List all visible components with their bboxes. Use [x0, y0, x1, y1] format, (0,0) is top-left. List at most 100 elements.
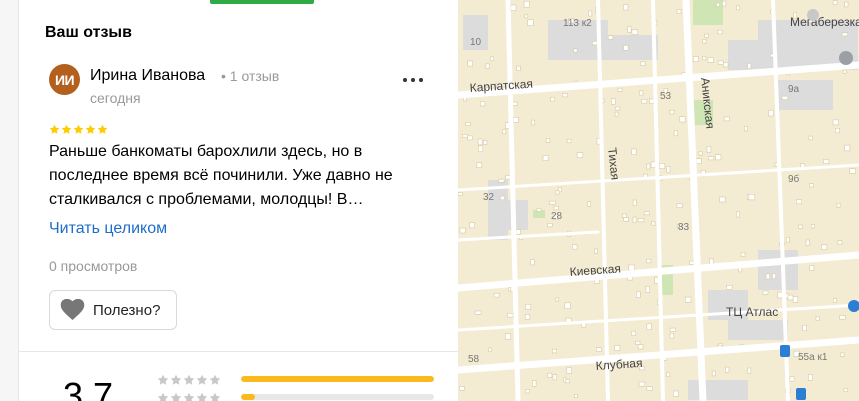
house-dot [837, 240, 843, 245]
house-dot [646, 323, 652, 330]
house-dot [637, 218, 645, 223]
house-dot [717, 29, 723, 35]
house-dot [723, 116, 730, 122]
house-dot [566, 139, 572, 144]
house-dot [485, 63, 490, 69]
house-dot [702, 38, 707, 44]
rating-histogram-row-4 [157, 392, 434, 401]
house-dot [572, 244, 578, 250]
house-dot [844, 1, 849, 8]
house-dot [574, 394, 578, 398]
house-dot [576, 152, 584, 159]
house-dot [510, 4, 517, 11]
helpful-button[interactable]: Полезно? [49, 290, 177, 330]
place-label: Мегаберезка [790, 15, 859, 29]
house-dot [469, 222, 476, 229]
shop-marker-icon[interactable] [839, 51, 853, 65]
house-dot [832, 298, 837, 304]
house-dot [666, 372, 671, 377]
bus-stop-icon[interactable] [780, 345, 790, 357]
house-dot [809, 265, 815, 271]
house-number: 83 [678, 222, 690, 233]
house-dot [587, 201, 592, 207]
house-dot [809, 183, 814, 188]
house-dot [695, 158, 702, 164]
map-canvas[interactable]: Карпатская Аникская Тихая Киевская Клубн… [458, 0, 859, 401]
house-dot [523, 0, 530, 8]
house-dot [631, 330, 637, 336]
house-dot [614, 106, 621, 111]
house-dot [645, 286, 650, 293]
author-name[interactable]: Ирина Иванова [90, 67, 205, 85]
house-dot [596, 347, 602, 352]
house-dot [808, 135, 813, 141]
house-dot [636, 291, 641, 298]
house-dot [843, 388, 848, 393]
house-dot [566, 367, 573, 374]
house-dot [666, 166, 671, 173]
house-dot [565, 379, 571, 384]
histogram-bar-fill [241, 394, 255, 400]
house-dot [476, 162, 483, 169]
house-dot [638, 381, 646, 387]
house-dot [646, 163, 651, 170]
histogram-stars [157, 392, 237, 401]
house-dot [650, 161, 656, 168]
heart-icon [60, 299, 85, 320]
more-options-button[interactable] [398, 70, 428, 90]
section-divider [19, 351, 458, 352]
house-dot [527, 19, 534, 26]
house-dot [810, 224, 815, 229]
house-dot [498, 178, 505, 183]
house-dot [611, 98, 616, 105]
house-dot [669, 327, 676, 332]
review-text: Раньше банкоматы барохлили здесь, но в п… [49, 143, 393, 208]
house-dot [743, 126, 748, 132]
house-dot [747, 367, 752, 374]
house-dot [614, 111, 619, 117]
house-dot [646, 386, 653, 391]
avatar[interactable]: ИИ [49, 64, 80, 95]
place-label: ТЦ Атлас [726, 305, 778, 319]
house-dot [832, 0, 838, 5]
house-dot [726, 284, 733, 290]
house-dot [488, 347, 493, 352]
house-dot [822, 159, 830, 164]
bus-stop-icon[interactable] [796, 388, 806, 400]
house-dot [639, 90, 644, 96]
house-dot [708, 156, 715, 161]
read-more-link[interactable]: Читать целиком [49, 220, 167, 238]
house-dot [555, 297, 560, 302]
house-dot [592, 41, 598, 46]
map[interactable]: Карпатская Аникская Тихая Киевская Клубн… [458, 0, 859, 401]
house-number: 58 [468, 354, 480, 365]
house-dot [516, 65, 521, 71]
house-number: 10 [470, 37, 482, 48]
star-icon [170, 374, 182, 385]
house-dot [542, 155, 549, 161]
house-dot [844, 144, 851, 152]
house-dot [462, 134, 468, 138]
house-dot [787, 294, 794, 301]
house-dot [709, 258, 714, 265]
house-number: 55а к1 [798, 352, 828, 363]
house-dot [588, 10, 593, 17]
house-dot [635, 340, 641, 345]
house-dot [735, 5, 740, 11]
house-dot [493, 293, 500, 298]
house-dot [651, 221, 656, 226]
house-number: 53 [660, 91, 672, 102]
house-dot [614, 345, 621, 351]
house-dot [715, 154, 722, 161]
house-dot [536, 208, 542, 212]
star-icon [157, 392, 169, 401]
house-dot [480, 101, 486, 107]
star-icon [85, 124, 96, 134]
house-number: 32 [483, 192, 495, 203]
house-dot [723, 62, 729, 68]
house-dot [499, 195, 505, 201]
star-icon [209, 374, 221, 385]
histogram-stars [157, 374, 237, 386]
place-marker-icon[interactable] [807, 9, 819, 21]
house-dot [459, 386, 465, 391]
